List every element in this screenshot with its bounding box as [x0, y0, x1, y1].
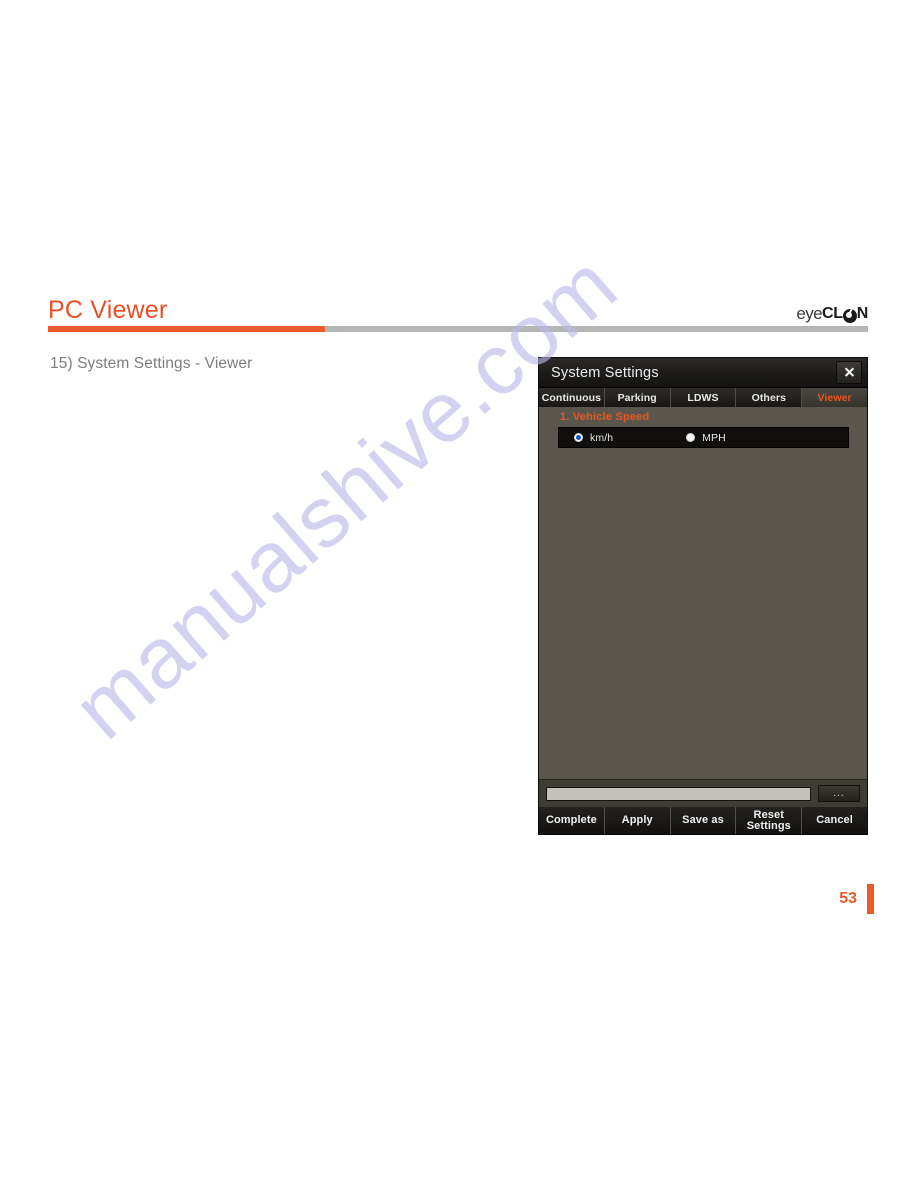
close-icon[interactable] — [836, 361, 862, 384]
radio-label-kmh: km/h — [590, 431, 614, 444]
brand-logo: eye CL N — [796, 304, 868, 324]
logo-text-eye: eye — [796, 304, 822, 323]
complete-button-label: Complete — [545, 814, 597, 826]
path-input[interactable] — [546, 786, 811, 801]
tab-continuous[interactable]: Continuous — [539, 388, 605, 407]
apply-button[interactable]: Apply — [604, 807, 671, 834]
apply-button-label: Apply — [621, 814, 653, 826]
section-caption: 15) System Settings - Viewer — [50, 355, 253, 372]
complete-button[interactable]: Complete — [539, 807, 605, 834]
header-divider-rule — [48, 326, 868, 332]
reset-settings-button[interactable]: Reset Settings — [736, 807, 803, 834]
radio-dot-mph-icon — [686, 433, 696, 442]
vehicle-speed-section-label: 1. Vehicle Speed — [560, 411, 650, 423]
dialog-titlebar: System Settings — [539, 358, 867, 388]
browse-button[interactable]: ... — [818, 785, 860, 802]
tab-ldws[interactable]: LDWS — [670, 388, 737, 407]
cancel-button-label: Cancel — [816, 814, 853, 826]
page-number: 53 — [839, 890, 857, 907]
page-title: PC Viewer — [48, 296, 168, 324]
system-settings-dialog: System Settings Continuous Parking LDWS … — [538, 357, 868, 835]
logo-text-cl: CL — [822, 305, 843, 322]
tab-viewer[interactable]: Viewer — [802, 388, 867, 407]
cancel-button[interactable]: Cancel — [802, 807, 867, 834]
radio-option-kmh[interactable]: km/h — [574, 428, 613, 447]
tab-parking[interactable]: Parking — [604, 388, 671, 407]
reset-settings-button-label-line2: Settings — [746, 819, 791, 832]
dialog-tabs: Continuous Parking LDWS Others Viewer — [539, 388, 867, 407]
reset-settings-button-label-line1: Reset — [753, 808, 785, 821]
logo-text-n: N — [856, 305, 869, 322]
dialog-title: System Settings — [551, 364, 659, 381]
header-divider-accent — [48, 326, 325, 332]
tab-others[interactable]: Others — [736, 388, 803, 407]
dialog-path-bar: ... — [539, 779, 867, 807]
save-as-button-label: Save as — [682, 814, 724, 826]
radio-label-mph: MPH — [702, 431, 726, 444]
dialog-footer: Complete Apply Save as Reset Settings Ca… — [539, 807, 867, 834]
save-as-button[interactable]: Save as — [670, 807, 737, 834]
dialog-body: 1. Vehicle Speed km/h MPH — [539, 407, 867, 779]
logo-eye-circle-icon — [842, 309, 857, 323]
radio-option-mph[interactable]: MPH — [686, 428, 726, 447]
radio-dot-kmh-icon — [574, 433, 583, 442]
page-number-accent-bar — [867, 884, 874, 914]
vehicle-speed-option-row: km/h MPH — [558, 427, 849, 448]
page-number-block: 53 — [839, 884, 874, 914]
